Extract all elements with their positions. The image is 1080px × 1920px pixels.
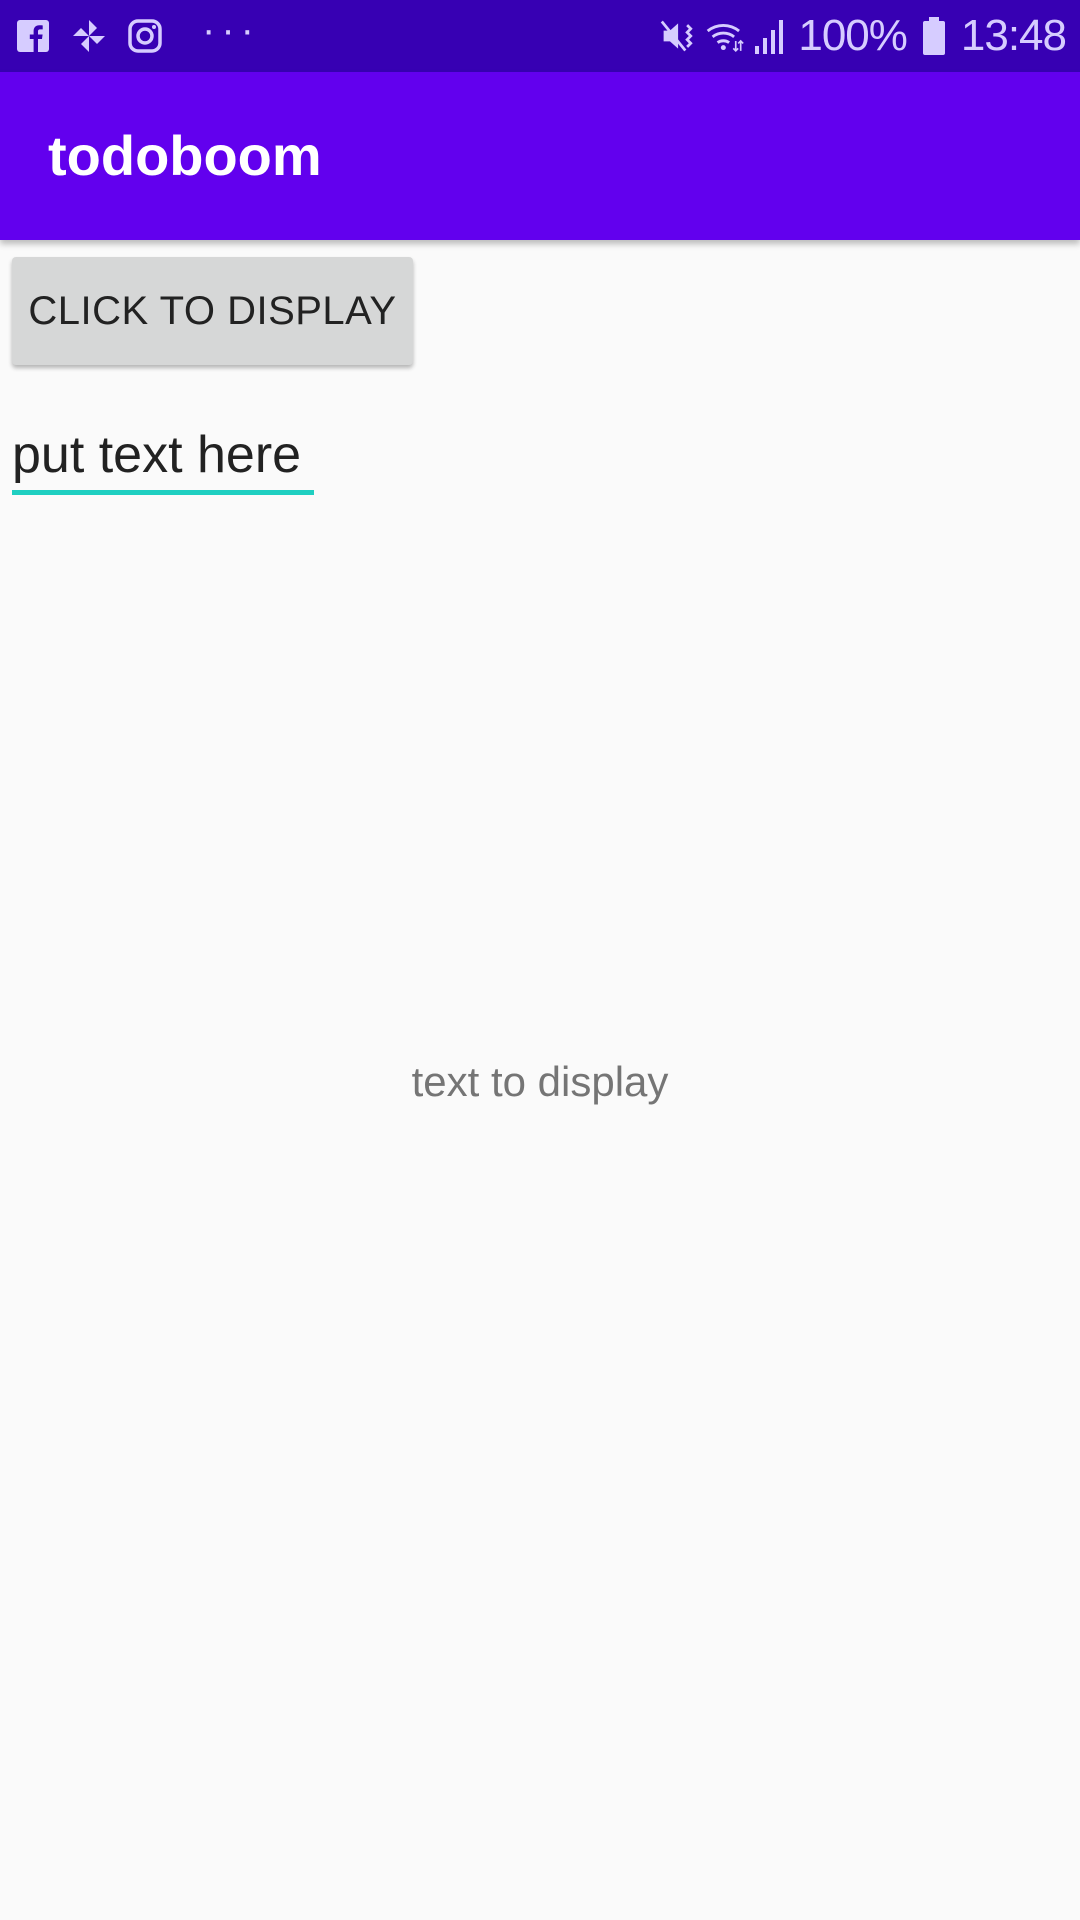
app-bar: todoboom xyxy=(0,72,1080,240)
more-notifications-indicator: ··· xyxy=(202,8,260,52)
clock: 13:48 xyxy=(960,11,1067,60)
mute-vibrate-icon xyxy=(660,17,698,55)
display-text: text to display xyxy=(411,1058,669,1105)
text-input[interactable] xyxy=(12,420,314,495)
app-title: todoboom xyxy=(48,124,322,187)
battery-icon xyxy=(915,17,953,55)
signal-icon xyxy=(752,17,790,55)
status-right-icons: 100% 13:48 xyxy=(660,10,1067,62)
status-bar: ··· 100% 13:48 xyxy=(0,0,1080,72)
click-to-display-button[interactable]: CLICK TO DISPLAY xyxy=(12,257,413,365)
pinwheel-icon xyxy=(70,17,108,55)
facebook-icon xyxy=(14,17,52,55)
battery-percent: 100% xyxy=(798,11,908,60)
status-left-icons: ··· xyxy=(14,10,260,56)
instagram-icon xyxy=(126,17,164,55)
wifi-icon xyxy=(706,17,745,55)
